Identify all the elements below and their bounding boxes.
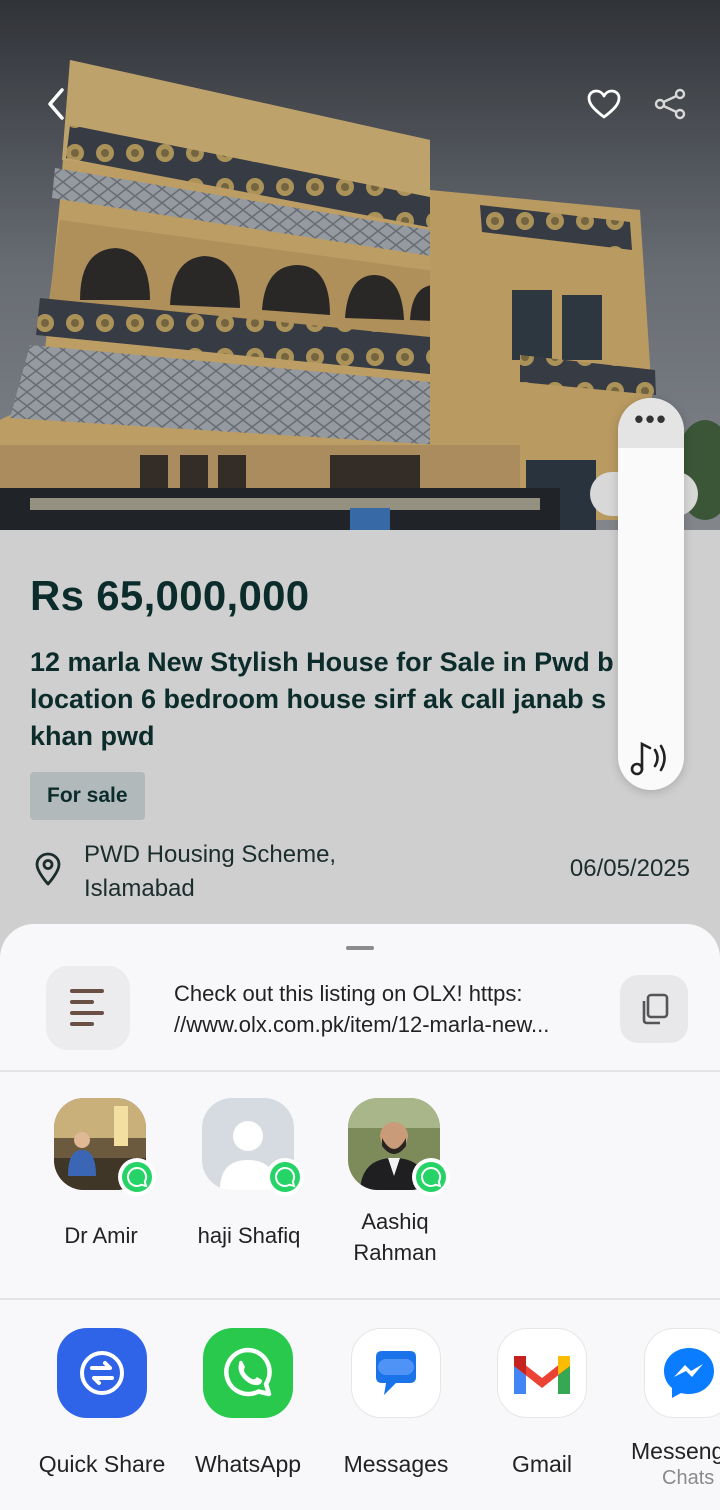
quick-share-icon — [57, 1328, 147, 1418]
floating-panel[interactable]: ••• — [618, 398, 684, 790]
share-text-line: //www.olx.com.pk/item/12-marla-new... — [174, 1012, 550, 1037]
listing-title-line: khan pwd — [30, 721, 155, 751]
app-messages[interactable]: Messages — [322, 1328, 470, 1478]
shared-text-preview — [46, 966, 130, 1050]
location-pin-icon — [35, 852, 61, 886]
gmail-icon — [497, 1328, 587, 1418]
whatsapp-icon — [118, 1158, 156, 1196]
contact-name-line: Dr Amir — [64, 1223, 138, 1248]
contact-dr-amir[interactable]: Dr Amir — [26, 1098, 176, 1251]
listing-title-line: 12 marla New Stylish House for Sale in P… — [30, 647, 614, 677]
contact-name: Aashiq Rahman — [320, 1206, 470, 1268]
listing-details: Rs 65,000,000 12 marla New Stylish House… — [0, 530, 720, 930]
whatsapp-icon — [203, 1328, 293, 1418]
house-photo-image — [0, 0, 720, 530]
listing-title[interactable]: 12 marla New Stylish House for Sale in P… — [30, 644, 630, 755]
app-gmail[interactable]: Gmail — [468, 1328, 616, 1478]
app-label: WhatsApp — [194, 1451, 302, 1477]
share-icon — [654, 88, 686, 120]
share-button[interactable] — [648, 82, 692, 126]
contact-name-line: Rahman — [353, 1240, 437, 1265]
app-label: Messages — [343, 1451, 449, 1477]
contact-haji-shafiq[interactable]: haji Shafiq — [174, 1098, 324, 1251]
share-text-line: Check out this listing on OLX! https: — [174, 981, 523, 1006]
divider — [0, 1298, 720, 1300]
chevron-left-icon — [48, 88, 64, 120]
copy-icon — [642, 993, 669, 1025]
app-label: Quick Share — [38, 1451, 166, 1477]
price: Rs 65,000,000 — [30, 572, 310, 619]
share-sheet: Check out this listing on OLX! https: //… — [0, 924, 720, 1510]
contact-name-line: haji Shafiq — [197, 1223, 301, 1248]
location-line: PWD Housing Scheme, — [84, 841, 337, 868]
contact-name: Dr Amir — [26, 1220, 176, 1251]
app-messenger[interactable]: Messenger Chats — [614, 1328, 720, 1490]
app-label: Messenger — [631, 1438, 720, 1464]
app-quick-share[interactable]: Quick Share — [28, 1328, 176, 1478]
copy-button[interactable] — [620, 975, 688, 1043]
app-label: Gmail — [511, 1451, 573, 1477]
text-lines-icon — [70, 989, 104, 1026]
messages-icon — [351, 1328, 441, 1418]
for-sale-badge: For sale — [30, 772, 145, 820]
location-text: PWD Housing Scheme, Islamabad — [84, 838, 404, 906]
contact-name-line: Aashiq — [361, 1209, 429, 1234]
favorite-button[interactable] — [582, 82, 626, 126]
whatsapp-icon — [266, 1158, 304, 1196]
drag-handle[interactable] — [346, 946, 374, 950]
more-options-icon: ••• — [634, 404, 668, 434]
music-sound-icon[interactable] — [628, 738, 674, 778]
back-button[interactable] — [34, 82, 78, 126]
app-sub-label: Chats — [662, 1467, 715, 1489]
whatsapp-icon — [412, 1158, 450, 1196]
contact-aashiq-rahman[interactable]: Aashiq Rahman — [320, 1098, 470, 1268]
listing-title-line: location 6 bedroom house sirf ak call ja… — [30, 684, 607, 714]
heart-icon — [587, 89, 621, 119]
app-whatsapp[interactable]: WhatsApp — [174, 1328, 322, 1478]
listing-photo[interactable] — [0, 0, 720, 530]
divider — [0, 1070, 720, 1072]
location-line: Islamabad — [84, 875, 195, 902]
posted-date: 06/05/2025 — [569, 855, 690, 882]
messenger-icon — [644, 1328, 720, 1418]
contact-name: haji Shafiq — [174, 1220, 324, 1251]
share-text: Check out this listing on OLX! https: //… — [174, 978, 594, 1040]
